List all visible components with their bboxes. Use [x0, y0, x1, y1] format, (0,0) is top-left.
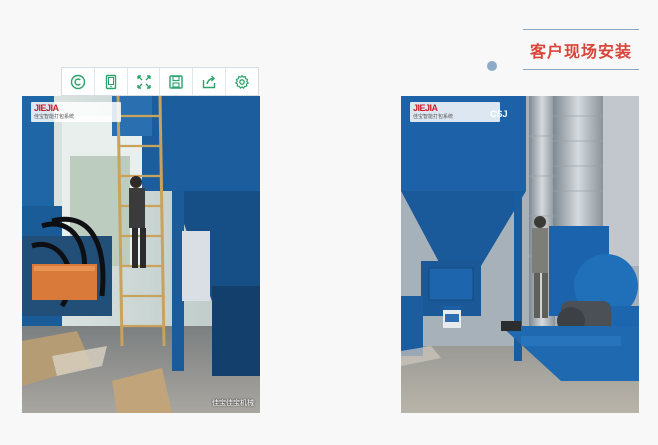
brand-watermark: JIEJIA 佳宝智能打包系统 CSJ	[410, 102, 508, 122]
install-photo-left-image	[22, 96, 260, 413]
fullscreen-icon	[136, 74, 151, 89]
copyright-button[interactable]	[62, 68, 95, 95]
install-photo-left[interactable]: JIEJIA 佳宝智能打包系统 佳宝佳宝机械	[22, 96, 260, 413]
brand-watermark: JIEJIA 佳宝智能打包系统	[31, 102, 121, 122]
header-rule-top	[523, 29, 639, 30]
header-rule-bottom	[523, 69, 639, 70]
settings-button[interactable]	[226, 68, 258, 95]
decorative-dot	[487, 61, 497, 71]
brand-logo-text: JIEJIA	[34, 103, 59, 113]
install-photo-right[interactable]: JIEJIA 佳宝智能打包系统 CSJ	[401, 96, 639, 413]
save-icon	[169, 74, 184, 89]
photo-credit: 佳宝佳宝机械	[212, 400, 254, 407]
tablet-button[interactable]	[95, 68, 128, 95]
csj-logo: CSJ	[490, 109, 508, 119]
share-icon	[203, 75, 216, 88]
gear-icon	[235, 74, 249, 89]
section-title: 客户现场安装	[529, 42, 632, 61]
image-toolbar	[61, 67, 259, 96]
tablet-icon	[105, 74, 116, 89]
brand-logo-text: JIEJIA	[413, 103, 438, 113]
share-button[interactable]	[193, 68, 227, 95]
save-button[interactable]	[160, 68, 194, 95]
brand-tagline: 佳宝智能打包系统	[413, 114, 454, 120]
install-photo-right-image	[401, 96, 639, 413]
fullscreen-button[interactable]	[128, 68, 161, 95]
copyright-icon	[70, 74, 86, 89]
brand-tagline: 佳宝智能打包系统	[34, 114, 75, 120]
